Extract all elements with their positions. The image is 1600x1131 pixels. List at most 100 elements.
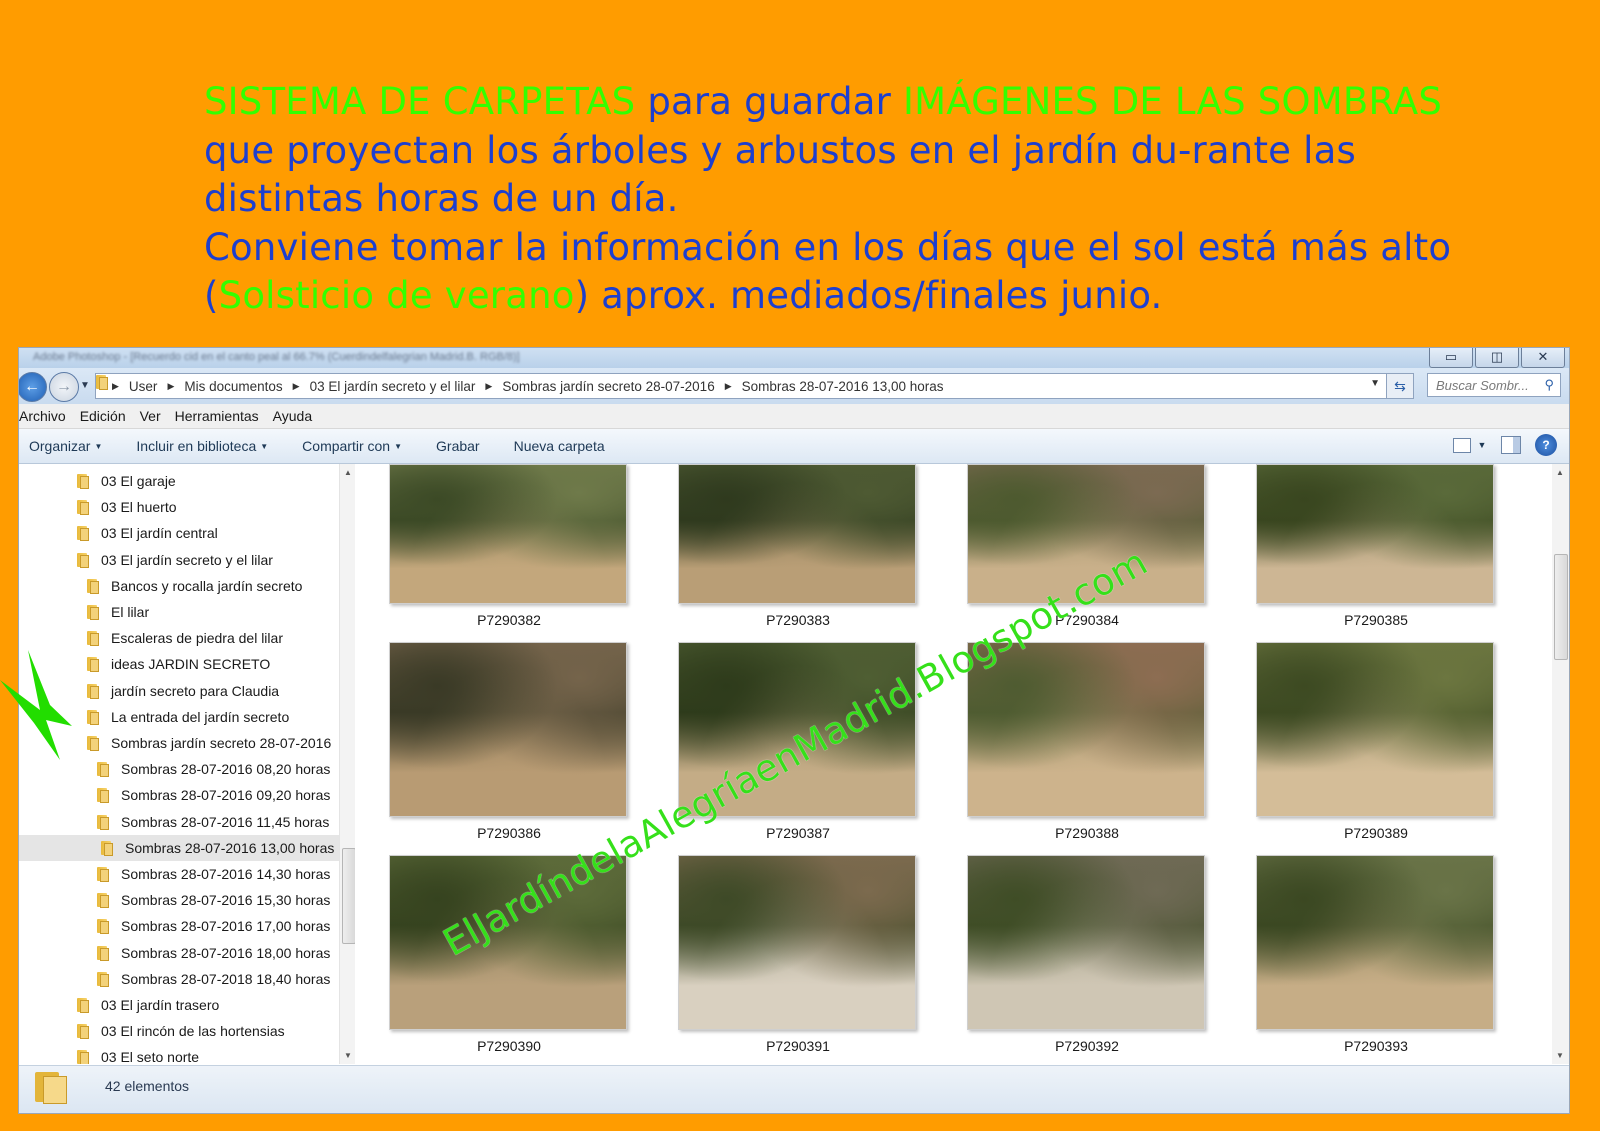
include-library-button[interactable]: Incluir en biblioteca ▼	[136, 438, 268, 454]
tree-item[interactable]: 03 El jardín trasero	[77, 992, 219, 1018]
tree-item[interactable]: El lilar	[87, 599, 149, 625]
breadcrumb-current[interactable]: Sombras 28-07-2016 13,00 horas	[742, 379, 944, 394]
tree-item[interactable]: 03 El jardín secreto y el lilar	[77, 547, 273, 573]
breadcrumb-separator-icon[interactable]: ▶	[485, 381, 492, 392]
back-button[interactable]: ←	[19, 372, 47, 402]
maximize-button[interactable]: ◫	[1475, 348, 1519, 368]
tree-item-label: Sombras jardín secreto 28-07-2016	[111, 735, 332, 751]
view-options-chevron-icon[interactable]: ▼	[1477, 434, 1487, 456]
tree-item[interactable]: Sombras 28-07-2016 13,00 horas	[19, 834, 339, 861]
forward-button[interactable]: →	[49, 372, 79, 402]
heading-paragraph-2: Conviene tomar la información en los día…	[204, 224, 1454, 321]
tree-item[interactable]: Sombras 28-07-2016 15,30 horas	[97, 887, 330, 913]
recent-pages-dropdown[interactable]: ▼	[80, 380, 90, 391]
tree-item[interactable]: Sombras 28-07-2016 08,20 horas	[97, 756, 330, 782]
breadcrumb-documents[interactable]: Mis documentos	[184, 379, 282, 394]
search-icon[interactable]: ⚲	[1544, 377, 1554, 393]
folder-icon	[77, 1023, 91, 1040]
breadcrumb-shadows-folder[interactable]: Sombras jardín secreto 28-07-2016	[502, 379, 714, 394]
organize-button[interactable]: Organizar ▼	[29, 438, 102, 454]
menu-ayuda[interactable]: Ayuda	[273, 408, 312, 424]
file-thumbnail[interactable]: P7290387	[678, 642, 918, 841]
share-label: Compartir con	[302, 438, 391, 454]
photo-thumbnail-image	[967, 855, 1205, 1030]
new-folder-button[interactable]: Nueva carpeta	[514, 438, 605, 454]
photo-thumbnail-image	[1256, 855, 1494, 1030]
heading-paragraph-1: SISTEMA DE CARPETAS para guardar IMÁGENE…	[204, 78, 1454, 224]
breadcrumb-separator-icon[interactable]: ▶	[112, 381, 119, 392]
close-button[interactable]: ✕	[1521, 348, 1565, 368]
file-thumbnail[interactable]: P7290389	[1256, 642, 1496, 841]
scroll-down-icon[interactable]: ▼	[344, 1051, 352, 1060]
burn-button[interactable]: Grabar	[436, 438, 480, 454]
tree-item[interactable]: 03 El huerto	[77, 494, 177, 520]
file-thumbnail[interactable]: P7290382	[389, 464, 629, 628]
tree-item[interactable]: Sombras 28-07-2016 09,20 horas	[97, 782, 330, 808]
scroll-up-icon[interactable]: ▲	[1556, 468, 1564, 477]
tree-item[interactable]: Sombras 28-07-2016 11,45 horas	[97, 809, 329, 835]
preview-pane-icon[interactable]	[1501, 436, 1521, 454]
share-button[interactable]: Compartir con ▼	[302, 438, 402, 454]
content-scrollbar[interactable]: ▲ ▼	[1552, 464, 1569, 1064]
tree-item[interactable]: 03 El rincón de las hortensias	[77, 1018, 285, 1044]
search-input[interactable]: Buscar Sombr... ⚲	[1427, 373, 1561, 397]
navigation-scrollbar[interactable]: ▲ ▼	[339, 464, 355, 1064]
file-thumbnail[interactable]: P7290392	[967, 855, 1207, 1054]
tree-item-label: jardín secreto para Claudia	[111, 682, 280, 699]
tree-item[interactable]: La entrada del jardín secreto	[87, 704, 289, 730]
folder-icon	[97, 866, 111, 882]
photo-thumbnail-image	[678, 464, 916, 604]
help-icon[interactable]: ?	[1535, 434, 1557, 456]
tree-item[interactable]: Sombras 28-07-2016 18,00 horas	[97, 940, 330, 966]
file-thumbnail[interactable]: P7290383	[678, 464, 918, 628]
breadcrumb-separator-icon[interactable]: ▶	[725, 381, 732, 392]
tree-item-label: Sombras 28-07-2016 13,00 horas	[125, 839, 335, 856]
scroll-thumb[interactable]	[1554, 554, 1568, 660]
menu-archivo[interactable]: Archivo	[19, 408, 66, 424]
menu-herramientas[interactable]: Herramientas	[175, 408, 259, 424]
scroll-thumb[interactable]	[342, 848, 355, 944]
tree-item[interactable]: 03 El garaje	[77, 468, 176, 494]
tree-item[interactable]: Sombras 28-07-2016 17,00 horas	[97, 913, 330, 939]
breadcrumb-separator-icon[interactable]: ▶	[293, 381, 300, 392]
navigation-pane: 03 El garaje 03 El huerto 03 El jardín cen…	[19, 464, 355, 1064]
file-thumbnail[interactable]: P7290391	[678, 855, 918, 1054]
address-row: ← → ▼ ▶ User ▶ Mis documentos ▶ 03 El ja…	[19, 368, 1569, 404]
file-thumbnail[interactable]: P7290386	[389, 642, 629, 841]
scroll-up-icon[interactable]: ▲	[344, 468, 352, 477]
tree-item[interactable]: jardín secreto para Claudia	[87, 678, 279, 704]
address-bar[interactable]: ▶ User ▶ Mis documentos ▶ 03 El jardín s…	[95, 373, 1387, 399]
tree-item[interactable]: ideas JARDIN SECRETO	[87, 651, 270, 677]
file-thumbnail[interactable]: P7290388	[967, 642, 1207, 841]
file-thumbnail[interactable]: P7290393	[1256, 855, 1496, 1054]
menu-ver[interactable]: Ver	[140, 408, 161, 424]
file-thumbnail[interactable]: P7290385	[1256, 464, 1496, 628]
photo-thumbnail-image	[678, 855, 916, 1030]
tree-item[interactable]: 03 El seto norte	[77, 1044, 199, 1064]
change-view-icon[interactable]	[1453, 437, 1471, 453]
minimize-button[interactable]: ▭	[1429, 348, 1473, 368]
tree-item[interactable]: 03 El jardín central	[77, 520, 218, 546]
file-thumbnail[interactable]: P7290390	[389, 855, 629, 1054]
chevron-down-icon[interactable]: ▼	[1370, 378, 1380, 389]
folder-icon	[97, 814, 111, 830]
tree-item[interactable]: Sombras jardín secreto 28-07-2016	[87, 730, 331, 756]
refresh-button[interactable]: ⇆	[1386, 373, 1414, 399]
tree-item[interactable]: Bancos y rocalla jardín secreto	[87, 573, 302, 599]
breadcrumb-secret-garden[interactable]: 03 El jardín secreto y el lilar	[310, 379, 476, 394]
tree-item[interactable]: Sombras 28-07-2016 14,30 horas	[97, 861, 330, 887]
tree-item[interactable]: Escaleras de piedra del lilar	[87, 625, 283, 651]
tree-item[interactable]: Sombras 28-07-2018 18,40 horas	[97, 966, 330, 992]
search-placeholder: Buscar Sombr...	[1436, 377, 1529, 393]
heading-text: SISTEMA DE CARPETAS para guardar IMÁGENE…	[204, 78, 1454, 321]
menu-edicion[interactable]: Edición	[80, 408, 126, 424]
folder-icon	[97, 787, 111, 804]
breadcrumb-user[interactable]: User	[129, 379, 158, 394]
breadcrumb-separator-icon[interactable]: ▶	[167, 381, 174, 392]
folder-icon	[87, 630, 101, 647]
tree-item-label: Escaleras de piedra del lilar	[111, 630, 283, 647]
folder-icon	[35, 1070, 69, 1104]
file-thumbnail[interactable]: P7290384	[967, 464, 1207, 628]
heading-blue-3: Conviene tomar la información en los día…	[204, 225, 1452, 269]
scroll-down-icon[interactable]: ▼	[1556, 1051, 1564, 1060]
